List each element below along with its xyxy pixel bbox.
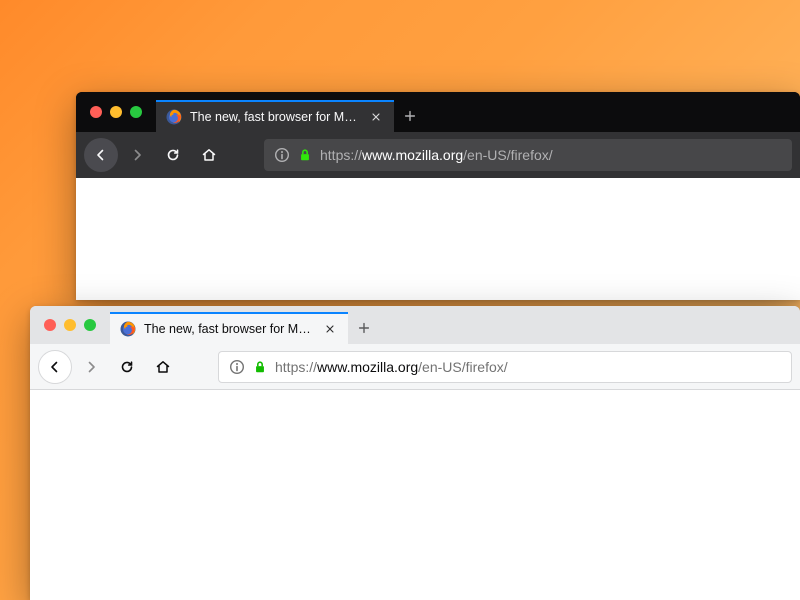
reload-button[interactable] [156, 138, 190, 172]
site-info-icon[interactable] [274, 147, 290, 163]
close-tab-button[interactable] [368, 109, 384, 125]
home-button[interactable] [192, 138, 226, 172]
zoom-window-button[interactable] [84, 319, 96, 331]
site-info-icon[interactable] [229, 359, 245, 375]
url-host: www.mozilla.org [362, 147, 463, 163]
address-bar[interactable]: https://www.mozilla.org/en-US/firefox/ [264, 139, 792, 171]
firefox-favicon-icon [166, 109, 182, 125]
new-tab-button[interactable] [394, 100, 426, 132]
tab-strip: The new, fast browser for Mac, [76, 92, 800, 132]
url-text: https://www.mozilla.org/en-US/firefox/ [320, 147, 553, 163]
url-scheme: https:// [275, 359, 317, 375]
minimize-window-button[interactable] [64, 319, 76, 331]
forward-button[interactable] [74, 350, 108, 384]
firefox-favicon-icon [120, 321, 136, 337]
lock-icon [298, 148, 312, 162]
url-text: https://www.mozilla.org/en-US/firefox/ [275, 359, 508, 375]
url-path: /en-US/firefox/ [418, 359, 507, 375]
forward-button[interactable] [120, 138, 154, 172]
tab-active[interactable]: The new, fast browser for Mac, [110, 312, 348, 344]
new-tab-button[interactable] [348, 312, 380, 344]
browser-window-light: The new, fast browser for Mac, https://w… [30, 306, 800, 600]
close-window-button[interactable] [44, 319, 56, 331]
zoom-window-button[interactable] [130, 106, 142, 118]
close-window-button[interactable] [90, 106, 102, 118]
tab-title: The new, fast browser for Mac, [190, 110, 360, 124]
url-scheme: https:// [320, 147, 362, 163]
url-path: /en-US/firefox/ [463, 147, 552, 163]
back-button[interactable] [38, 350, 72, 384]
browser-window-dark: The new, fast browser for Mac, https://w… [76, 92, 800, 300]
url-host: www.mozilla.org [317, 359, 418, 375]
lock-icon [253, 360, 267, 374]
page-content [76, 178, 800, 300]
back-button[interactable] [84, 138, 118, 172]
window-controls [76, 92, 156, 132]
toolbar: https://www.mozilla.org/en-US/firefox/ [30, 344, 800, 390]
toolbar: https://www.mozilla.org/en-US/firefox/ [76, 132, 800, 178]
home-button[interactable] [146, 350, 180, 384]
reload-button[interactable] [110, 350, 144, 384]
address-bar[interactable]: https://www.mozilla.org/en-US/firefox/ [218, 351, 792, 383]
tab-title: The new, fast browser for Mac, [144, 322, 314, 336]
window-controls [30, 306, 110, 344]
close-tab-button[interactable] [322, 321, 338, 337]
page-content [30, 390, 800, 600]
minimize-window-button[interactable] [110, 106, 122, 118]
tab-active[interactable]: The new, fast browser for Mac, [156, 100, 394, 132]
tab-strip: The new, fast browser for Mac, [30, 306, 800, 344]
